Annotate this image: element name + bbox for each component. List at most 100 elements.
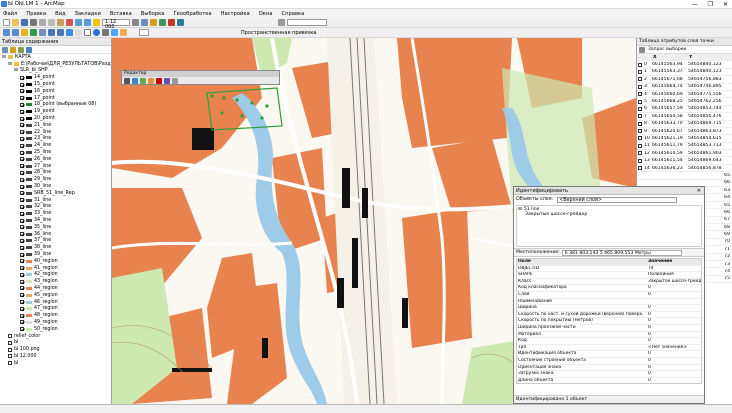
- identify-field-row[interactable]: Тип <Нет значения>: [517, 345, 701, 352]
- toc-layer-row[interactable]: Ы 100.png: [0, 346, 111, 353]
- menu-item[interactable]: Справка: [281, 11, 304, 17]
- identify-field-row[interactable]: Класс Закрытое шоссе-грейдер: [517, 279, 701, 286]
- maximize-button[interactable]: ❐: [708, 1, 713, 8]
- toc-layer-row[interactable]: 24_line: [0, 142, 111, 149]
- identify-field-row[interactable]: Код классификатора 0: [517, 285, 701, 292]
- table-row[interactable]: 6 66145657,59 54654853,744: [637, 106, 732, 114]
- toc-layer-row[interactable]: 38_line: [0, 244, 111, 251]
- catalog-icon[interactable]: [150, 19, 157, 26]
- value-header[interactable]: Значение: [647, 259, 701, 265]
- full-extent-icon[interactable]: [30, 29, 37, 36]
- edit-tool-icon[interactable]: [124, 78, 130, 84]
- layer-visibility-checkbox[interactable]: [20, 225, 24, 230]
- menu-item[interactable]: Закладки: [75, 11, 101, 17]
- layer-visibility-checkbox[interactable]: [20, 313, 24, 318]
- pan-icon[interactable]: [21, 29, 28, 36]
- table-row[interactable]: 0 66145563,94 54654840,123: [637, 61, 732, 69]
- toc-layer-row[interactable]: 19_point: [0, 108, 111, 115]
- layer-visibility-checkbox[interactable]: [20, 136, 24, 141]
- row-checkbox[interactable]: [638, 62, 642, 67]
- layer-visibility-checkbox[interactable]: [8, 340, 12, 345]
- toc-layer-row[interactable]: 32_line: [0, 204, 111, 211]
- row-checkbox[interactable]: [638, 129, 642, 134]
- undo-icon[interactable]: [75, 19, 82, 26]
- sketch-icon[interactable]: [132, 78, 138, 84]
- layer-visibility-checkbox[interactable]: [20, 157, 24, 162]
- new-icon[interactable]: [3, 19, 10, 26]
- layer-visibility-checkbox[interactable]: [20, 272, 24, 277]
- menu-item[interactable]: Геообработка: [173, 11, 211, 17]
- toc-layer-row[interactable]: 37_line: [0, 238, 111, 245]
- toc-layer-row[interactable]: 48_region: [0, 312, 111, 319]
- layer-visibility-checkbox[interactable]: [20, 150, 24, 155]
- row-checkbox[interactable]: [638, 106, 642, 111]
- toc-layer-row[interactable]: 26_line: [0, 156, 111, 163]
- layer-visibility-checkbox[interactable]: [20, 82, 24, 87]
- row-checkbox[interactable]: [638, 143, 642, 148]
- identify-icon[interactable]: [93, 29, 100, 36]
- column-header[interactable]: X: [653, 55, 689, 60]
- toc-layer-row[interactable]: 39_line: [0, 251, 111, 258]
- hyperlink-icon[interactable]: [120, 29, 127, 36]
- identify-field-row[interactable]: Загрузка знака 0: [517, 371, 701, 378]
- previous-extent-icon[interactable]: [48, 29, 55, 36]
- row-checkbox[interactable]: [638, 121, 642, 126]
- select-elements-icon[interactable]: [84, 29, 91, 36]
- layer-visibility-checkbox[interactable]: [20, 170, 24, 175]
- table-row[interactable]: 1 66145563,37 54654840,123: [637, 69, 732, 77]
- table-row[interactable]: 8 66145633,70 54654869,715: [637, 121, 732, 128]
- identify-field-row[interactable]: OBJECTID 74: [517, 266, 701, 273]
- toc-layer-row[interactable]: 29_line: [0, 176, 111, 183]
- identify-field-row[interactable]: Ширина 0: [517, 305, 701, 312]
- table-row[interactable]: 5 66145668,25 54654762,256: [637, 98, 732, 106]
- menu-item[interactable]: Выборка: [141, 11, 165, 17]
- layer-visibility-checkbox[interactable]: [20, 327, 24, 332]
- layer-visibility-checkbox[interactable]: [20, 177, 24, 182]
- georef-layer-dropdown[interactable]: [139, 29, 149, 36]
- select-by-attributes-button[interactable]: Запрос выборки: [648, 47, 686, 52]
- row-checkbox[interactable]: [638, 158, 642, 163]
- toc-layer-row[interactable]: 34_line: [0, 217, 111, 224]
- layer-visibility-checkbox[interactable]: [20, 109, 24, 114]
- layer-dropdown[interactable]: [287, 19, 327, 26]
- table-row[interactable]: 13 66145611,54 54654869,643: [637, 157, 732, 165]
- redo-icon[interactable]: [84, 19, 91, 26]
- identify-field-row[interactable]: Состояние строения объекта 0: [517, 358, 701, 365]
- close-button[interactable]: ✕: [723, 1, 728, 8]
- toc-layer-row[interactable]: 21_line: [0, 122, 111, 129]
- table-row[interactable]: 9 66145620,67 54654863,873: [637, 128, 732, 136]
- identify-field-row[interactable]: Ориентация знака 0: [517, 365, 701, 372]
- toc-layer-row[interactable]: 33_line: [0, 210, 111, 217]
- layer-visibility-checkbox[interactable]: [20, 300, 24, 305]
- toc-layer-row[interactable]: Ы 12.000: [0, 353, 111, 360]
- layer-visibility-checkbox[interactable]: [20, 293, 24, 298]
- layer-visibility-checkbox[interactable]: [20, 266, 24, 271]
- toc-layer-row[interactable]: Ы: [0, 360, 111, 367]
- toc-layer-row[interactable]: 45_region: [0, 292, 111, 299]
- toc-layer-row[interactable]: 50_region: [0, 326, 111, 333]
- layer-visibility-checkbox[interactable]: [20, 320, 24, 325]
- cut-icon[interactable]: [39, 19, 46, 26]
- row-checkbox[interactable]: [638, 151, 642, 156]
- toc-layer-row[interactable]: 49_region: [0, 319, 111, 326]
- editor-toolbar-icon[interactable]: [132, 19, 139, 26]
- layer-visibility-checkbox[interactable]: [20, 306, 24, 311]
- layer-visibility-checkbox[interactable]: [20, 184, 24, 189]
- toc-icon[interactable]: [141, 19, 148, 26]
- paste-icon[interactable]: [57, 19, 64, 26]
- save-icon[interactable]: [21, 19, 28, 26]
- menu-item[interactable]: Окна: [259, 11, 273, 17]
- layer-visibility-checkbox[interactable]: [20, 123, 24, 128]
- collapse-icon[interactable]: ⊟: [518, 207, 522, 212]
- row-checkbox[interactable]: [638, 114, 642, 119]
- row-checkbox[interactable]: [638, 166, 642, 171]
- layer-visibility-checkbox[interactable]: [20, 218, 24, 223]
- identify-field-row[interactable]: Скорость по наст. и сухой дорожки (верхн…: [517, 312, 701, 319]
- menu-item[interactable]: Вставка: [110, 11, 132, 17]
- row-checkbox[interactable]: [638, 84, 642, 89]
- identify-field-row[interactable]: Код 0: [517, 338, 701, 345]
- layer-visibility-checkbox[interactable]: [20, 75, 24, 80]
- toc-layer-row[interactable]: SRB_51_line_Rep: [0, 190, 111, 197]
- table-row[interactable]: 12 66145614,59 54654861,903: [637, 150, 732, 158]
- toc-layer-row[interactable]: Ы: [0, 339, 111, 346]
